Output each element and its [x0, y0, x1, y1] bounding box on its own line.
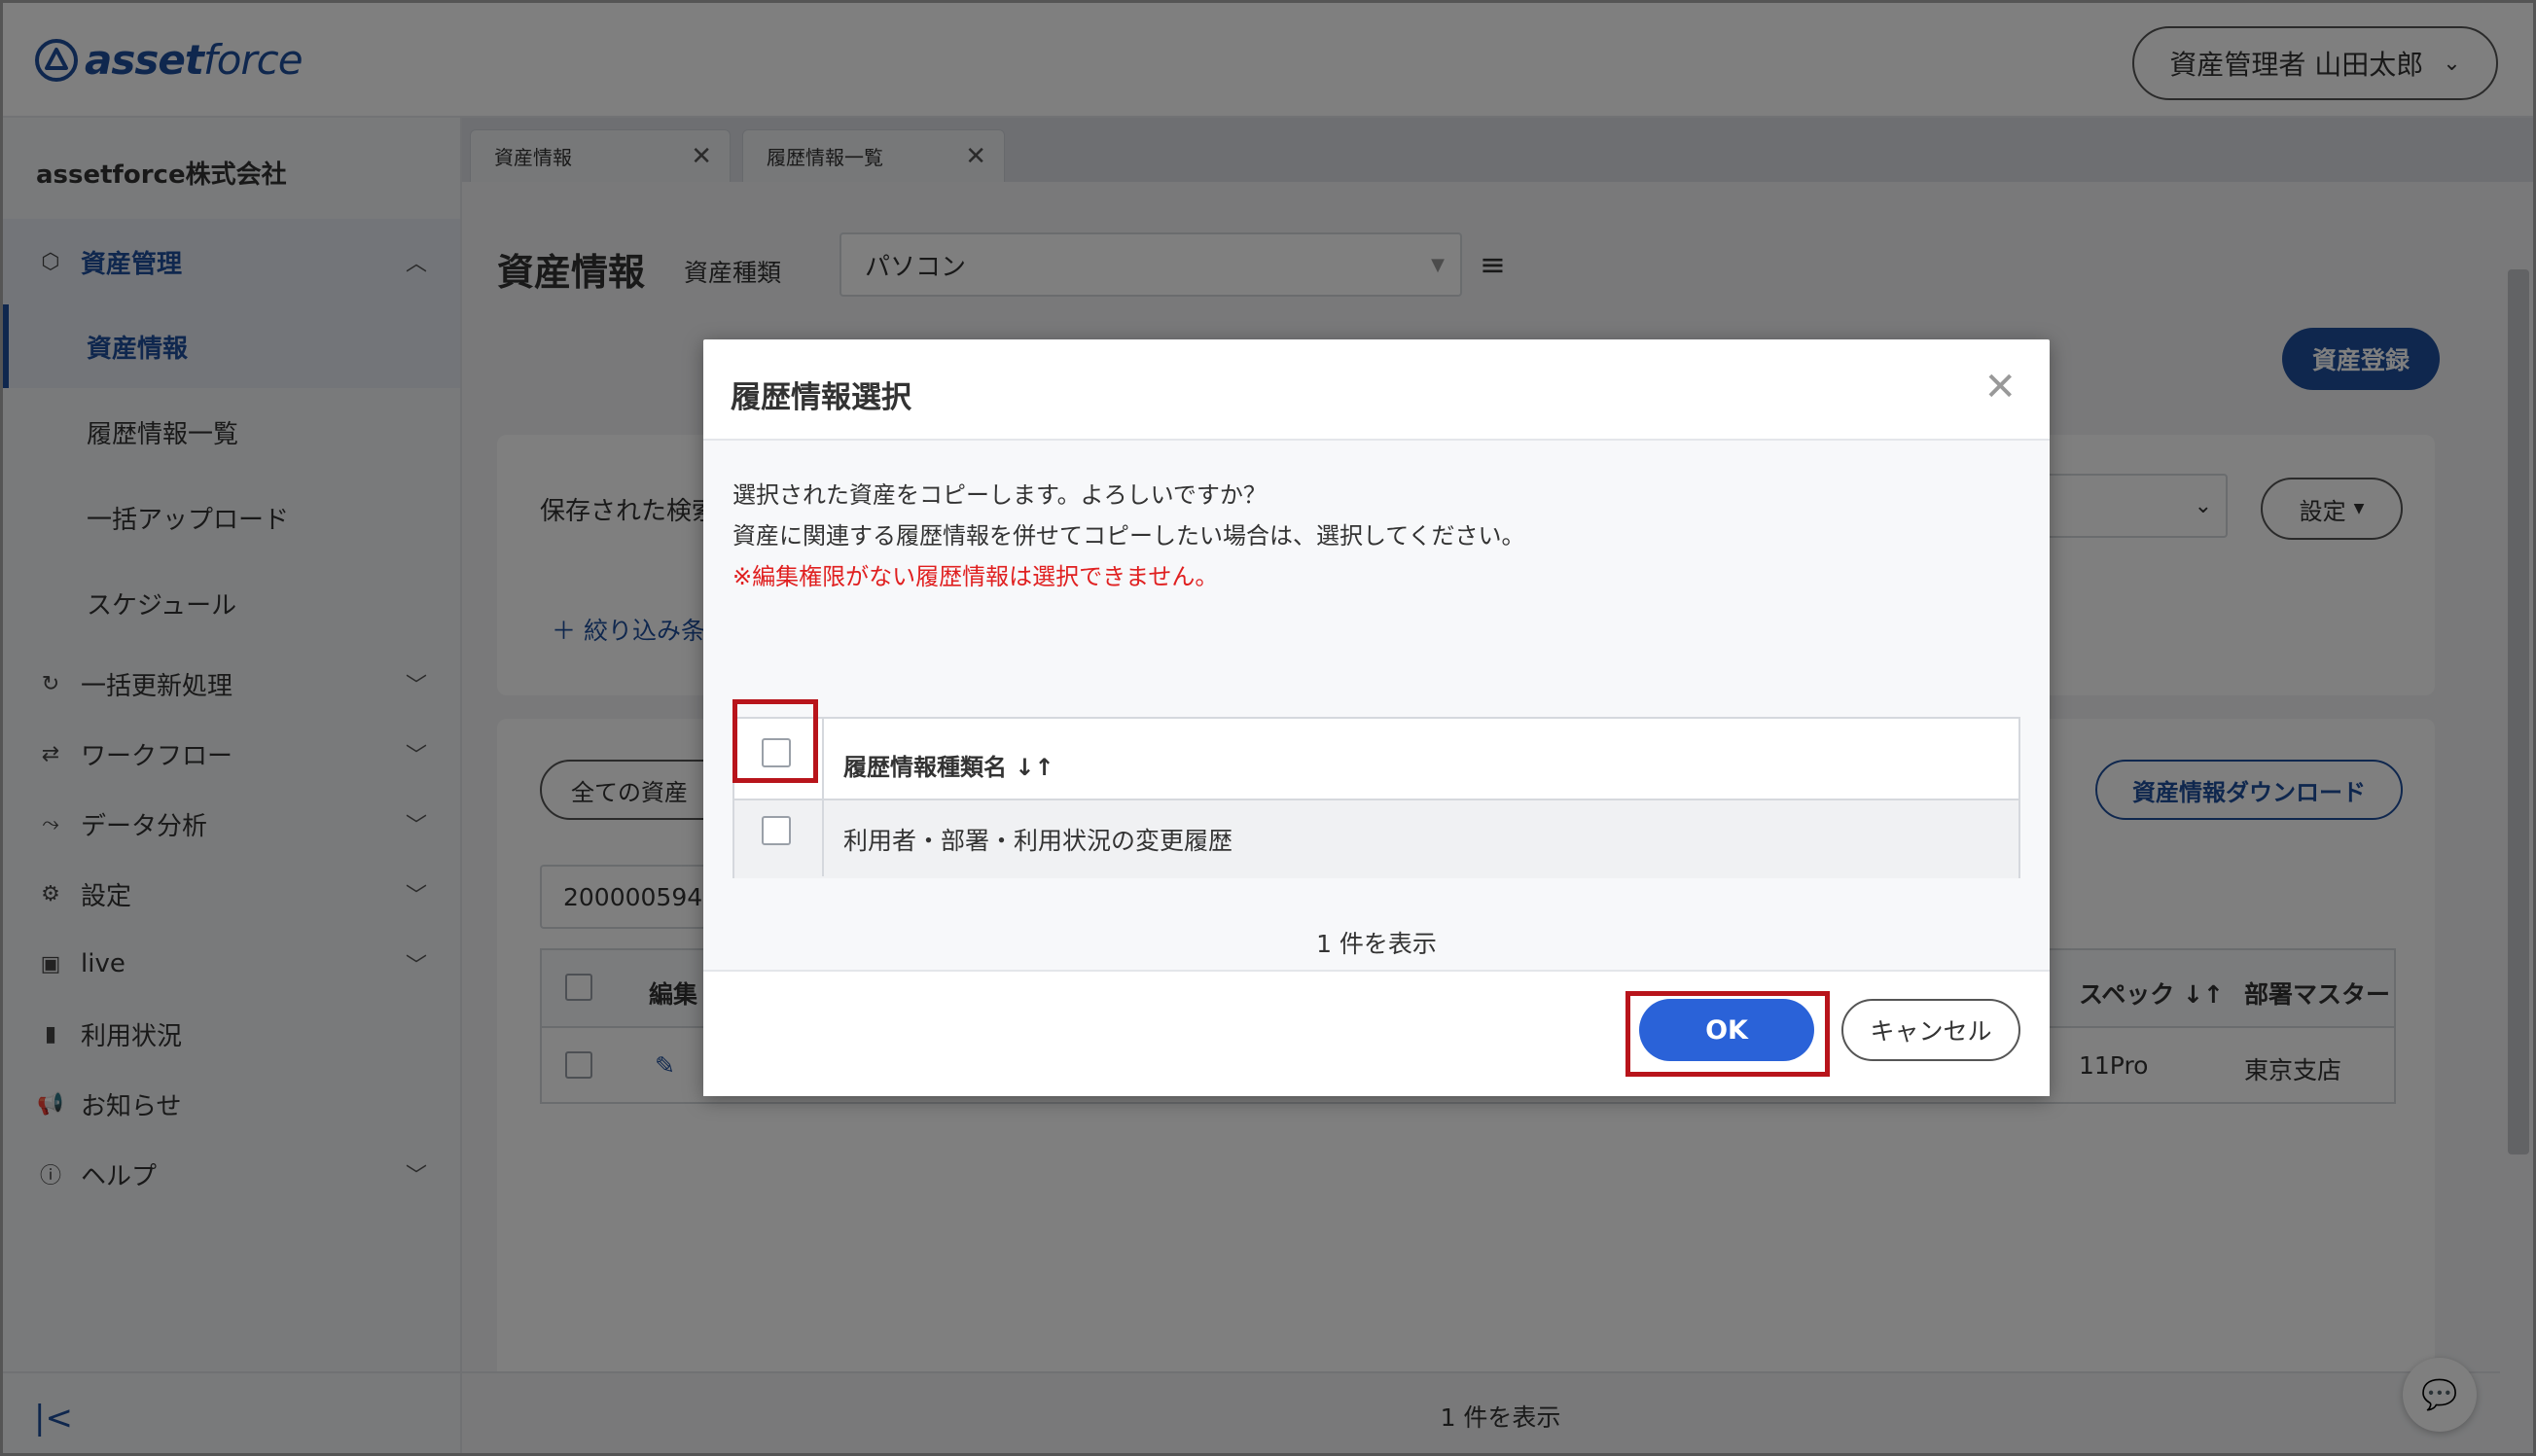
app-window: assetforce ? 資産管理者 山田太郎 ⌄ assetforce株式会社… — [0, 0, 2536, 1456]
dialog-header: 履歴情報選択 ✕ — [703, 339, 2050, 441]
dialog-footer: OK キャンセル — [703, 970, 2050, 1096]
history-type-table: 履歴情報種類名 ↓↑ 利用者・部署・利用状況の変更履歴 — [732, 717, 2020, 878]
cancel-button[interactable]: キャンセル — [1841, 999, 2020, 1061]
close-icon[interactable]: ✕ — [1983, 365, 2017, 409]
instruction-message: 資産に関連する履歴情報を併せてコピーしたい場合は、選択してください。 — [732, 522, 1525, 550]
highlight-ok-button — [1625, 991, 1830, 1077]
history-type-name: 利用者・部署・利用状況の変更履歴 — [843, 827, 1233, 855]
table-header-row: 履歴情報種類名 ↓↑ — [734, 719, 2018, 800]
permission-warning: ※編集権限がない履歴情報は選択できません。 — [732, 563, 1219, 590]
history-type-column-header[interactable]: 履歴情報種類名 ↓↑ — [843, 748, 1054, 782]
dialog-result-count: 1 件を表示 — [1316, 930, 1437, 958]
row-checkbox[interactable] — [762, 816, 791, 845]
column-divider — [822, 719, 824, 876]
history-select-dialog: 履歴情報選択 ✕ 選択された資産をコピーします。よろしいですか？ 資産に関連する… — [703, 339, 2050, 1096]
highlight-row-checkbox — [732, 699, 818, 783]
confirm-message: 選択された資産をコピーします。よろしいですか？ — [732, 481, 1267, 509]
table-row[interactable]: 利用者・部署・利用状況の変更履歴 — [734, 800, 2018, 878]
dialog-body: 選択された資産をコピーします。よろしいですか？ 資産に関連する履歴情報を併せてコ… — [703, 441, 2050, 970]
dialog-title: 履歴情報選択 — [731, 380, 911, 415]
